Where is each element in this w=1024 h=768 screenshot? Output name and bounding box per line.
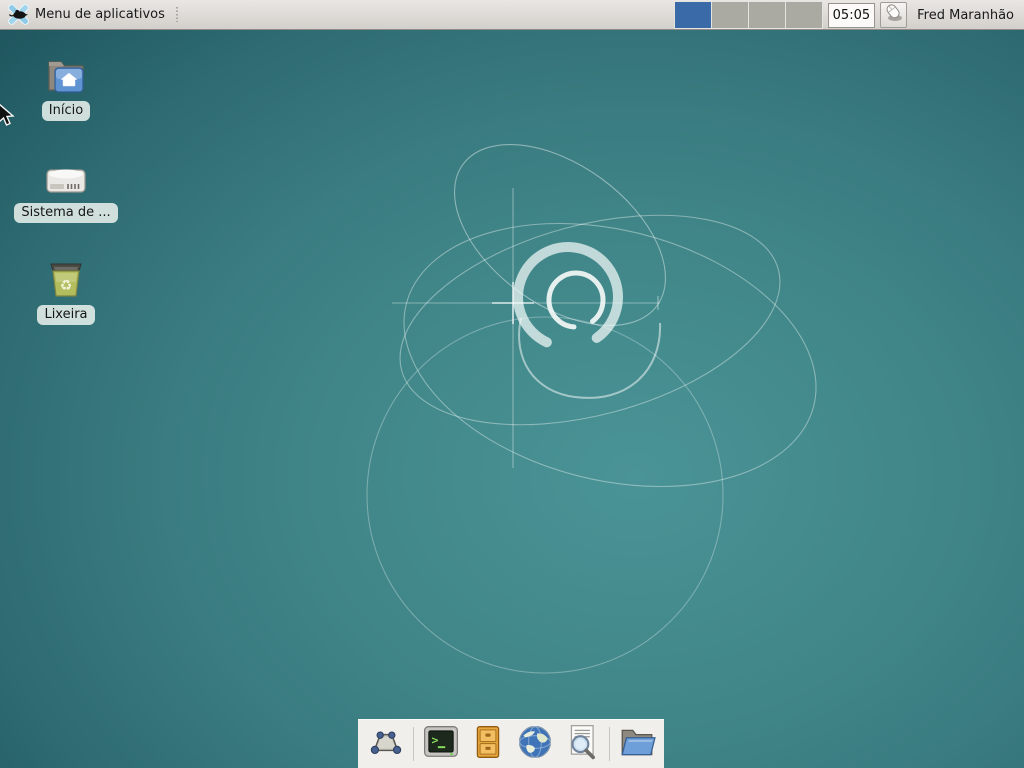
launcher-show-desktop[interactable] [366, 723, 406, 765]
svg-text:♻: ♻ [60, 278, 73, 294]
document-search-icon [563, 723, 601, 765]
desktop-icon-label: Início [42, 101, 90, 121]
launcher-app-finder[interactable] [562, 723, 602, 765]
desktop-icon-label: Sistema de ... [14, 203, 117, 223]
file-cabinet-icon [469, 723, 507, 765]
desktop-icon-trash[interactable]: ♻ Lixeira [6, 258, 126, 325]
file-manager-icon [618, 723, 656, 765]
terminal-icon: > [422, 723, 460, 765]
workspace-1[interactable] [675, 2, 711, 28]
desktop-root: Menu de aplicativos 05:05 [0, 0, 1024, 768]
clock: 05:05 [828, 3, 875, 28]
web-browser-icon [516, 723, 554, 765]
home-folder-icon [44, 54, 88, 96]
launcher-file-manager[interactable] [617, 723, 657, 765]
filesystem-drive-icon [43, 156, 89, 198]
dock-panel: > [358, 719, 664, 768]
clock-time: 05:05 [833, 8, 870, 23]
workspace-2[interactable] [712, 2, 748, 28]
user-name[interactable]: Fred Maranhão [912, 8, 1018, 23]
xfce-logo-icon [8, 4, 29, 25]
applications-menu-button[interactable]: Menu de aplicativos [0, 1, 185, 29]
launcher-file-cabinet[interactable] [468, 723, 508, 765]
applications-menu-label: Menu de aplicativos [35, 7, 165, 22]
top-panel: Menu de aplicativos 05:05 [0, 0, 1024, 30]
launcher-web-browser[interactable] [515, 723, 555, 765]
dock-separator [609, 727, 610, 761]
desktop-icon-filesystem[interactable]: Sistema de ... [6, 156, 126, 223]
svg-text:>: > [431, 733, 438, 747]
workspace-4[interactable] [786, 2, 822, 28]
workspace-switcher [674, 1, 823, 29]
session-action-button[interactable] [880, 2, 907, 28]
launcher-terminal[interactable]: > [421, 723, 461, 765]
mouse-icon [883, 2, 905, 28]
desktop-icon-home[interactable]: Início [6, 54, 126, 121]
wallpaper-artwork [0, 0, 1024, 768]
desktop-icon-label: Lixeira [37, 305, 94, 325]
panel-grip-handle[interactable] [175, 7, 179, 22]
show-desktop-icon [367, 723, 405, 765]
dock-separator [413, 727, 414, 761]
workspace-3[interactable] [749, 2, 785, 28]
trash-icon: ♻ [45, 258, 87, 300]
